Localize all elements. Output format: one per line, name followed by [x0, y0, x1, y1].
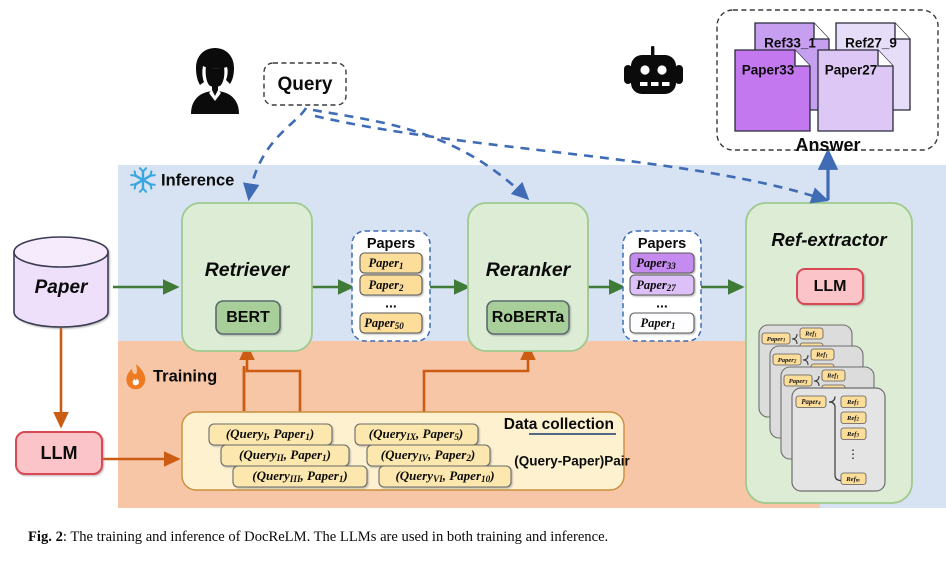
svg-text:(QueryII, Paper1): (QueryII, Paper1) — [239, 447, 331, 463]
figure-caption-text: The training and inference of DocReLM. T… — [66, 529, 609, 545]
module-retriever[interactable]: Retriever BERT — [181, 202, 313, 352]
ref-card-paper-sub: 3 — [804, 381, 808, 386]
ref-card-front-paper: Paper — [801, 399, 818, 406]
module-retriever-title: Retriever — [205, 259, 291, 281]
svg-text:(QueryIV, Paper2): (QueryIV, Paper2) — [381, 447, 476, 463]
ref-card-paper-sub: 2 — [793, 360, 797, 365]
list-item[interactable]: Paper1 — [629, 312, 695, 334]
svg-text:Paper1: Paper1 — [368, 256, 403, 271]
ref-item[interactable]: Ref3 — [840, 427, 867, 440]
ref-item[interactable]: Refm — [840, 472, 867, 485]
answer-card-label: Paper27 — [825, 63, 878, 78]
papers-retrieved-title: Papers — [367, 236, 415, 252]
figure-caption: Fig. 2: The training and inference of Do… — [28, 528, 920, 546]
papers-retrieved-box: Papers Paper1 Paper2 ... Paper50 — [351, 230, 431, 342]
answer-box: Ref33_1 Ref27_9 Paper33 Paper27 Answer — [716, 9, 939, 155]
model-llm-label: LLM — [814, 278, 847, 295]
user-avatar-icon — [191, 48, 239, 114]
list-item[interactable]: Paper1 — [359, 252, 423, 274]
answer-card-paper33[interactable]: Paper33 — [734, 49, 811, 132]
module-ref-extractor[interactable]: Ref-extractor LLM Paper1 Ref1 Ref2 — [745, 202, 913, 504]
svg-text:(QueryVI, Paper10): (QueryVI, Paper10) — [395, 468, 494, 484]
answer-card-label: Ref33_1 — [764, 36, 816, 51]
list-item-label: Paper — [368, 278, 399, 292]
ref-card-paper: Paper — [778, 357, 795, 364]
ref-card-paper: Paper — [767, 336, 784, 343]
pair-item[interactable]: (QueryI, Paper1) — [208, 423, 333, 446]
llm-training-label: LLM — [41, 443, 78, 463]
ref-item[interactable]: Ref1 — [840, 395, 867, 408]
list-ellipsis: ... — [656, 295, 668, 311]
data-collection-title: Data collection — [504, 416, 614, 433]
pair-item[interactable]: (QueryVI, Paper10) — [378, 465, 512, 488]
answer-label: Answer — [795, 135, 860, 155]
ref-card-front[interactable]: Paper4 Ref1 Ref2 Ref3 ⋮ Refm — [791, 387, 886, 492]
ref-item[interactable]: Ref2 — [840, 411, 867, 424]
list-item[interactable]: Paper2 — [359, 274, 423, 296]
list-item-sub: 1 — [671, 321, 676, 331]
svg-text:Paper1: Paper1 — [767, 336, 786, 344]
list-item-label: Paper — [640, 316, 671, 330]
model-bert-label: BERT — [226, 309, 270, 326]
svg-text:(QueryI, Paper1): (QueryI, Paper1) — [226, 426, 314, 442]
list-item-sub: 1 — [399, 261, 404, 271]
pair-item[interactable]: (QueryII, Paper1) — [220, 444, 350, 467]
pair-item[interactable]: (QueryIV, Paper2) — [366, 444, 491, 467]
module-ref-extractor-title: Ref-extractor — [771, 229, 888, 250]
panel-training-label: Training — [153, 367, 217, 385]
module-reranker[interactable]: Reranker RoBERTa — [467, 202, 589, 352]
ref-card-paper-sub: 1 — [783, 339, 786, 344]
list-item[interactable]: Paper50 — [359, 312, 423, 334]
list-item[interactable]: Paper33 — [629, 252, 695, 274]
svg-text:Paper2: Paper2 — [368, 278, 404, 293]
list-item-sub: 33 — [666, 261, 677, 271]
pair-item[interactable]: (QueryIX, Paper5) — [354, 423, 479, 446]
svg-text:(QueryIII, Paper1): (QueryIII, Paper1) — [252, 468, 348, 484]
svg-text:(QueryIX, Paper5): (QueryIX, Paper5) — [369, 426, 464, 442]
list-item-label: Paper — [364, 316, 395, 330]
list-item-sub: 27 — [666, 283, 677, 293]
panel-inference-label: Inference — [161, 171, 234, 189]
data-collection-panel: Data collection (Query-Paper)Pair (Query… — [181, 411, 631, 491]
ref-card-front-paper-sub: 4 — [817, 401, 821, 407]
docrelm-architecture-diagram: Inference Training Paper LLM Retriever B… — [13, 9, 946, 508]
svg-text:Paper1: Paper1 — [640, 316, 675, 331]
answer-card-paper27[interactable]: Paper27 — [817, 49, 894, 132]
figure-page: Inference Training Paper LLM Retriever B… — [0, 0, 946, 561]
list-item-sub: 2 — [398, 283, 404, 293]
list-item-label: Paper — [636, 256, 667, 270]
ref-card-paper: Paper — [789, 378, 806, 385]
answer-card-label: Paper33 — [742, 63, 795, 78]
pair-item[interactable]: (QueryIII, Paper1) — [232, 465, 368, 488]
model-roberta-label: RoBERTa — [492, 309, 565, 326]
list-item-label: Paper — [368, 256, 399, 270]
query-label: Query — [278, 74, 333, 95]
list-item[interactable]: Paper27 — [629, 274, 695, 296]
list-ellipsis: ... — [385, 295, 397, 311]
query-box[interactable]: Query — [263, 62, 347, 106]
papers-reranked-title: Papers — [638, 236, 686, 252]
module-reranker-title: Reranker — [486, 259, 572, 281]
data-collection-subtitle: (Query-Paper)Pair — [514, 454, 630, 469]
list-item-sub: 50 — [395, 321, 405, 331]
figure-caption-label: Fig. 2 — [28, 529, 63, 545]
robot-icon — [624, 46, 683, 94]
paper-database-label: Paper — [35, 277, 89, 298]
list-item-label: Paper — [636, 278, 667, 292]
papers-reranked-box: Papers Paper33 Paper27 ... Paper1 — [622, 230, 702, 342]
ref-list-ellipsis: ⋮ — [847, 447, 859, 461]
answer-card-label: Ref27_9 — [845, 36, 897, 51]
